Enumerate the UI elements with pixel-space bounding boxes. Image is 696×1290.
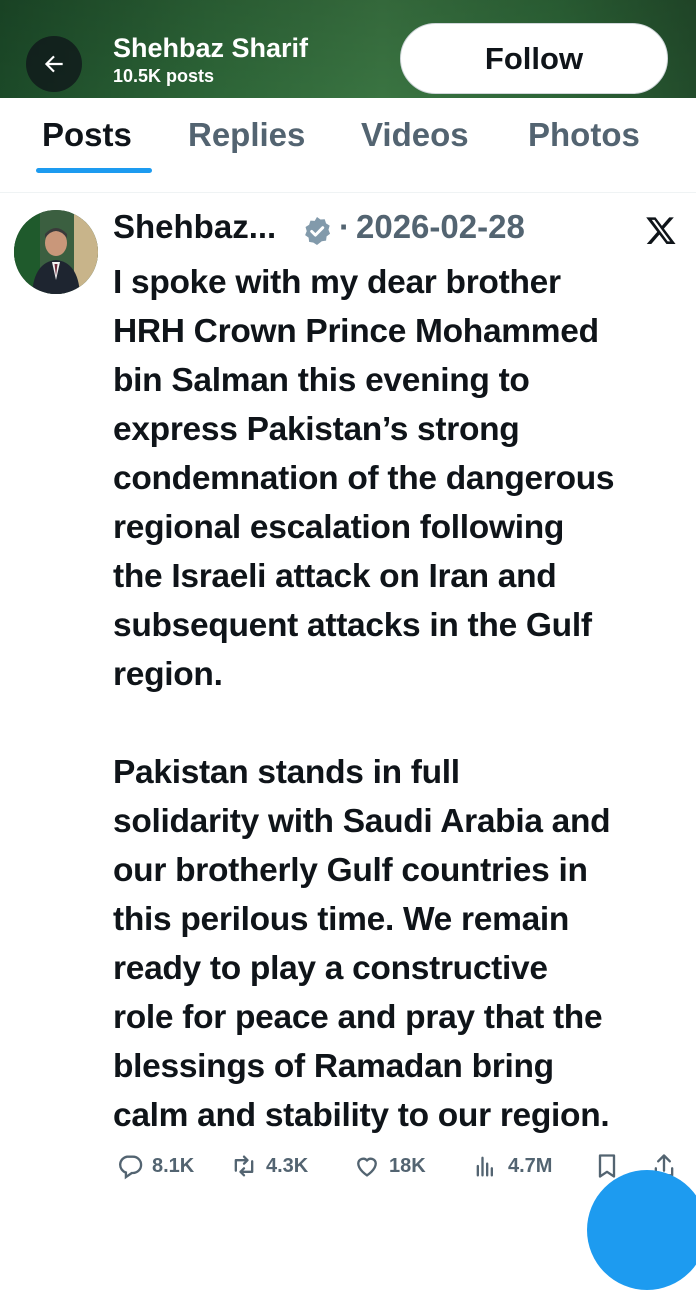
follow-button[interactable]: Follow (400, 23, 668, 94)
tweet-line: the Israeli attack on Iran and (113, 558, 557, 595)
reply-count: 8.1K (152, 1154, 195, 1177)
tweet-line: regional escalation following (113, 509, 565, 546)
tab-posts[interactable]: Posts (42, 116, 132, 154)
tab-videos[interactable]: Videos (361, 116, 469, 154)
views-button[interactable]: 4.7M (472, 1152, 552, 1180)
tweet-line: ready to play a constructive (113, 950, 548, 987)
tweet-line: express Pakistan’s strong (113, 411, 520, 448)
repost-button[interactable]: 4.3K (230, 1152, 308, 1180)
reply-icon (119, 1155, 143, 1180)
views-chart-icon (476, 1156, 493, 1177)
tweet-line: solidarity with Saudi Arabia and (113, 803, 611, 840)
tab-photos[interactable]: Photos (528, 116, 640, 154)
tweet-line: calm and stability to our region. (113, 1097, 610, 1134)
tweet-line: our brotherly Gulf countries in (113, 852, 588, 889)
heart-icon (357, 1157, 377, 1177)
tweet-line: I spoke with my dear brother (113, 264, 561, 301)
tweet-line: condemnation of the dangerous (113, 460, 615, 497)
arrow-left-icon (44, 55, 63, 73)
tweet-author-name[interactable]: Shehbaz... (113, 208, 276, 246)
tab-replies[interactable]: Replies (188, 116, 305, 154)
tweet-line: Pakistan stands in full (113, 754, 460, 791)
active-tab-indicator (36, 168, 152, 173)
like-button[interactable]: 18K (353, 1152, 426, 1180)
views-count: 4.7M (508, 1154, 553, 1177)
tweet-line: subsequent attacks in the Gulf (113, 607, 592, 644)
compose-button[interactable] (587, 1170, 696, 1290)
tweet-line: HRH Crown Prince Mohammed (113, 313, 599, 350)
tweet-line: role for peace and pray that the (113, 999, 603, 1036)
avatar-portrait (14, 210, 98, 294)
tweet-text: I spoke with my dear brother HRH Crown Pr… (113, 258, 693, 1140)
x-logo-icon (646, 217, 676, 244)
verified-badge-icon (305, 217, 331, 245)
reply-button[interactable]: 8.1K (116, 1152, 194, 1180)
profile-tabs: Posts Replies Videos Photos (0, 98, 696, 176)
like-count: 18K (389, 1154, 426, 1177)
bookmark-icon (598, 1154, 616, 1178)
repost-icon (234, 1155, 254, 1177)
tweet-date[interactable]: 2026-02-28 (356, 208, 525, 246)
date-separator: · (339, 208, 350, 245)
header-posts-count: 10.5K posts (113, 66, 215, 86)
bookmark-button[interactable] (593, 1152, 621, 1180)
repost-count: 4.3K (266, 1154, 309, 1177)
tabs-divider (0, 192, 696, 193)
back-button[interactable] (26, 36, 82, 92)
tweet-line: this perilous time. We remain (113, 901, 570, 938)
header-profile-name: Shehbaz Sharif (113, 33, 309, 63)
avatar[interactable] (14, 210, 98, 294)
tweet-line: bin Salman this evening to (113, 362, 530, 399)
tweet-line: blessings of Ramadan bring (113, 1048, 554, 1085)
tweet-actions: 8.1K 4.3K 18K 4.7M (0, 1152, 696, 1192)
tweet-line: region. (113, 656, 223, 693)
